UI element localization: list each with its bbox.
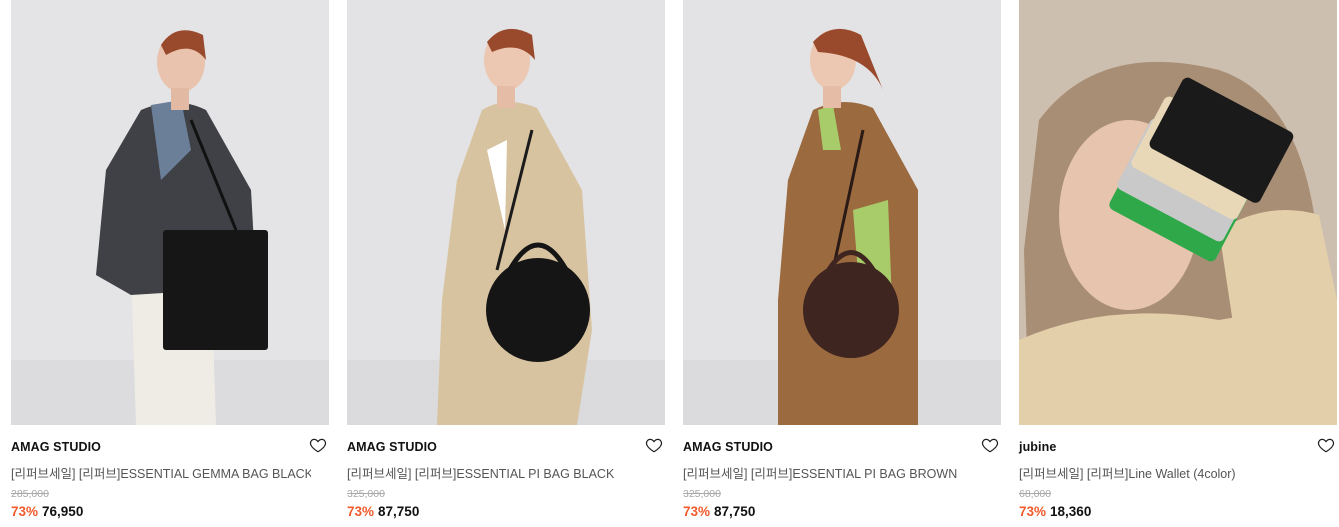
heart-icon[interactable] [645, 436, 663, 454]
sale-price: 18,360 [1050, 504, 1092, 519]
product-title[interactable]: [리퍼브세일] [리퍼브]ESSENTIAL GEMMA BAG BLACK [11, 463, 311, 482]
product-card[interactable]: AMAG STUDIO [리퍼브세일] [리퍼브]ESSENTIAL PI BA… [683, 0, 1001, 527]
product-card[interactable]: AMAG STUDIO [리퍼브세일] [리퍼브]ESSENTIAL PI BA… [347, 0, 665, 527]
price-row: 73% 76,950 [11, 504, 83, 519]
discount-rate: 73% [1019, 504, 1047, 519]
sale-price: 76,950 [42, 504, 84, 519]
product-brand[interactable]: AMAG STUDIO [683, 440, 773, 454]
product-brand[interactable]: jubine [1019, 440, 1056, 454]
product-title[interactable]: [리퍼브세일] [리퍼브]ESSENTIAL PI BAG BLACK [347, 463, 647, 482]
product-image[interactable] [347, 0, 665, 425]
product-title[interactable]: [리퍼브세일] [리퍼브]ESSENTIAL PI BAG BROWN [683, 463, 983, 482]
product-card[interactable]: AMAG STUDIO [리퍼브세일] [리퍼브]ESSENTIAL GEMMA… [11, 0, 329, 527]
product-image[interactable] [1019, 0, 1337, 425]
price-row: 73% 18,360 [1019, 504, 1091, 519]
heart-icon[interactable] [1317, 436, 1335, 454]
original-price: 285,000 [11, 488, 49, 500]
product-image[interactable] [683, 0, 1001, 425]
product-grid: AMAG STUDIO [리퍼브세일] [리퍼브]ESSENTIAL GEMMA… [0, 0, 1339, 527]
product-brand[interactable]: AMAG STUDIO [347, 440, 437, 454]
product-image[interactable] [11, 0, 329, 425]
heart-icon[interactable] [981, 436, 999, 454]
discount-rate: 73% [347, 504, 375, 519]
product-brand[interactable]: AMAG STUDIO [11, 440, 101, 454]
heart-icon[interactable] [309, 436, 327, 454]
product-title[interactable]: [리퍼브세일] [리퍼브]Line Wallet (4color) [1019, 463, 1319, 482]
sale-price: 87,750 [714, 504, 756, 519]
discount-rate: 73% [11, 504, 39, 519]
price-row: 73% 87,750 [347, 504, 419, 519]
original-price: 68,000 [1019, 488, 1052, 500]
price-row: 73% 87,750 [683, 504, 755, 519]
sale-price: 87,750 [378, 504, 420, 519]
original-price: 325,000 [683, 488, 721, 500]
discount-rate: 73% [683, 504, 711, 519]
original-price: 325,000 [347, 488, 385, 500]
product-card[interactable]: jubine [리퍼브세일] [리퍼브]Line Wallet (4color)… [1019, 0, 1337, 527]
